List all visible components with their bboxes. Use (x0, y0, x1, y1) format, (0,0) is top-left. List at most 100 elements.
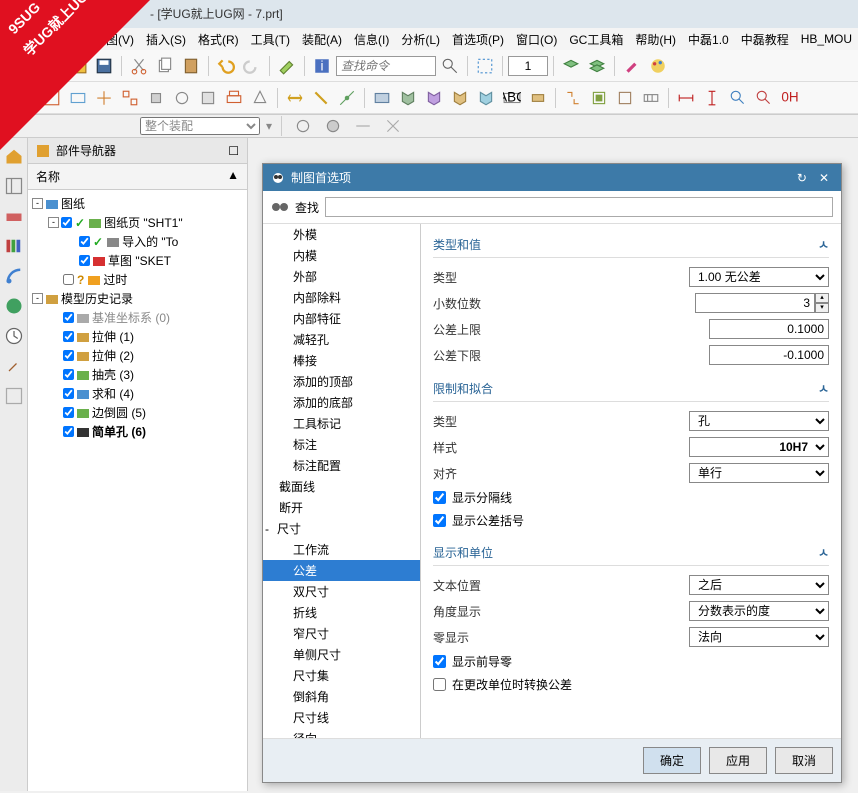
tree-node[interactable]: 草图 "SKET (32, 251, 243, 270)
menu-item[interactable]: 中磊教程 (737, 29, 793, 50)
nav-parts-icon[interactable] (4, 206, 24, 226)
palette-icon[interactable] (646, 54, 670, 78)
expander-icon[interactable]: - (32, 293, 43, 304)
category-item[interactable]: 窄尺寸 (263, 623, 420, 644)
nav-tool-icon[interactable] (4, 356, 24, 376)
category-item[interactable]: 内部除料 (263, 287, 420, 308)
tb2-10h7-icon[interactable]: 10H7 (778, 86, 802, 110)
tb2-v4-icon[interactable] (448, 86, 472, 110)
menu-item[interactable]: HB_MOU (797, 30, 856, 48)
layer2-icon[interactable] (585, 54, 609, 78)
dialog-reset-icon[interactable]: ↻ (793, 171, 811, 185)
node-checkbox[interactable] (63, 312, 74, 323)
category-item[interactable]: 外模 (263, 224, 420, 245)
tb2-c1-icon[interactable] (561, 86, 585, 110)
expander-icon[interactable]: - (48, 217, 59, 228)
tb2-dim3-icon[interactable] (335, 86, 359, 110)
menu-item[interactable]: GC工具箱 (565, 29, 627, 50)
tb2-zoom-icon[interactable] (752, 86, 776, 110)
node-checkbox[interactable] (63, 426, 74, 437)
category-item[interactable]: 折线 (263, 602, 420, 623)
tb2-dim-v-icon[interactable] (700, 86, 724, 110)
category-item[interactable]: 径向 (263, 728, 420, 738)
category-item[interactable]: 棒接 (263, 350, 420, 371)
zero-display-select[interactable]: 法向 (689, 627, 829, 647)
cut-icon[interactable] (127, 54, 151, 78)
category-item[interactable]: 工具标记 (263, 413, 420, 434)
layer1-icon[interactable] (559, 54, 583, 78)
upper-tolerance-input[interactable] (709, 319, 829, 339)
tb2-dim-h-icon[interactable] (674, 86, 698, 110)
menu-item[interactable]: 帮助(H) (631, 29, 680, 50)
convert-units-checkbox[interactable] (433, 678, 446, 691)
tb2-v2-icon[interactable] (396, 86, 420, 110)
tb2-4-icon[interactable] (118, 86, 142, 110)
search-icon[interactable] (438, 54, 462, 78)
tree-node[interactable]: 基准坐标系 (0) (32, 308, 243, 327)
brush-icon[interactable] (620, 54, 644, 78)
category-item[interactable]: 工作流 (263, 539, 420, 560)
category-item[interactable]: 内模 (263, 245, 420, 266)
ab-4-icon[interactable] (381, 114, 405, 138)
tb2-v3-icon[interactable] (422, 86, 446, 110)
save-icon[interactable] (92, 54, 116, 78)
tb2-c4-icon[interactable] (639, 86, 663, 110)
tb2-v5-icon[interactable] (474, 86, 498, 110)
open-icon[interactable] (66, 54, 90, 78)
tb2-2-icon[interactable] (66, 86, 90, 110)
menu-item[interactable]: 信息(I) (350, 29, 393, 50)
angle-display-select[interactable]: 分数表示的度 (689, 601, 829, 621)
menu-item[interactable]: 插入(S) (142, 29, 190, 50)
dialog-close-icon[interactable]: ✕ (815, 171, 833, 185)
tree-node[interactable]: -图纸 (32, 194, 243, 213)
tb2-7-icon[interactable] (196, 86, 220, 110)
decimal-places-spinner[interactable]: ▴▾ (695, 293, 829, 313)
node-checkbox[interactable] (61, 217, 72, 228)
category-item[interactable]: 截面线 (263, 476, 420, 497)
copy-icon[interactable] (153, 54, 177, 78)
category-item[interactable]: 断开 (263, 497, 420, 518)
cancel-button[interactable]: 取消 (775, 747, 833, 774)
tb2-v1-icon[interactable] (370, 86, 394, 110)
highlight-icon[interactable] (275, 54, 299, 78)
ab-3-icon[interactable] (351, 114, 375, 138)
tree-node[interactable]: -模型历史记录 (32, 289, 243, 308)
tb2-dim1-icon[interactable] (283, 86, 307, 110)
toolbar-number-input[interactable] (508, 56, 548, 76)
node-checkbox[interactable] (63, 274, 74, 285)
command-search-input[interactable] (336, 56, 436, 76)
tb2-c3-icon[interactable] (613, 86, 637, 110)
node-checkbox[interactable] (63, 388, 74, 399)
leading-zero-checkbox[interactable] (433, 655, 446, 668)
tree-node[interactable]: 简单孔 (6) (32, 422, 243, 441)
show-separator-checkbox[interactable] (433, 491, 446, 504)
tree-node[interactable]: ✓导入的 "To (32, 232, 243, 251)
tb2-abc-icon[interactable]: ABC (500, 86, 524, 110)
category-item[interactable]: 减轻孔 (263, 329, 420, 350)
nav-clock-icon[interactable] (4, 326, 24, 346)
tb2-9-icon[interactable] (248, 86, 272, 110)
tree-node[interactable]: 抽壳 (3) (32, 365, 243, 384)
node-checkbox[interactable] (79, 236, 90, 247)
paste-icon[interactable] (179, 54, 203, 78)
assembly-scope-select[interactable]: 整个装配 (140, 117, 260, 135)
ab-1-icon[interactable] (291, 114, 315, 138)
nav-feed-icon[interactable] (4, 266, 24, 286)
nav-books-icon[interactable] (4, 236, 24, 256)
menu-item[interactable]: 窗口(O) (512, 29, 561, 50)
section-display-units[interactable]: 显示和单位ㅅ (433, 540, 829, 566)
tb2-find-icon[interactable] (726, 86, 750, 110)
nav-globe-icon[interactable] (4, 296, 24, 316)
menu-item[interactable]: 分析(L) (397, 29, 444, 50)
section-type-value[interactable]: 类型和值ㅅ (433, 232, 829, 258)
menu-item[interactable]: 视图(V) (90, 29, 138, 50)
lower-tolerance-input[interactable] (709, 345, 829, 365)
fit-style-select[interactable]: 10H7 (689, 437, 829, 457)
node-checkbox[interactable] (63, 350, 74, 361)
nav-collapse-icon[interactable] (4, 176, 24, 196)
fit-icon[interactable] (473, 54, 497, 78)
menu-item[interactable]: 工具(T) (247, 29, 294, 50)
tb2-1-icon[interactable] (40, 86, 64, 110)
dialog-search-input[interactable] (325, 197, 833, 217)
menu-item[interactable]: 格式(R) (194, 29, 243, 50)
